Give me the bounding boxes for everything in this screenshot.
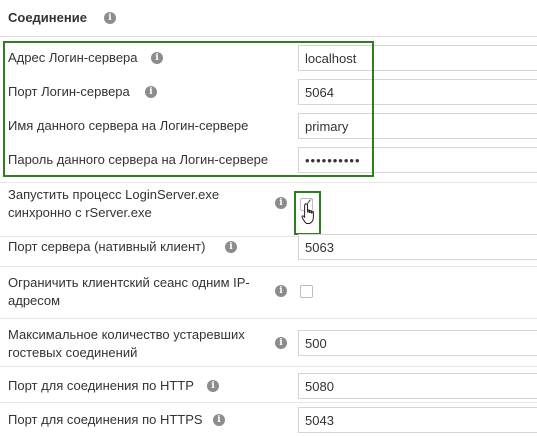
divider <box>0 318 537 319</box>
info-icon[interactable] <box>275 197 287 209</box>
divider <box>0 402 537 403</box>
info-icon[interactable] <box>275 337 287 349</box>
limit-session-ip-checkbox[interactable] <box>300 285 313 298</box>
https-port-label: Порт для соединения по HTTPS <box>8 412 203 427</box>
hand-cursor-icon <box>301 203 314 224</box>
section-header: Соединение <box>0 0 537 37</box>
highlight-frame <box>3 41 374 177</box>
info-icon[interactable] <box>104 12 116 24</box>
sync-loginserver-label-line1: Запустить процесс LoginServer.exe <box>8 187 220 202</box>
server-port-native-input[interactable] <box>298 234 537 260</box>
max-guest-connections-label-line1: Максимальное количество устаревших <box>8 327 245 342</box>
divider <box>0 266 537 267</box>
divider <box>0 366 537 367</box>
info-icon[interactable] <box>213 414 225 426</box>
server-port-native-label: Порт сервера (нативный клиент) <box>8 239 206 254</box>
section-title: Соединение <box>8 10 87 25</box>
info-icon[interactable] <box>207 380 219 392</box>
https-port-input[interactable] <box>298 407 537 433</box>
info-icon[interactable] <box>225 241 237 253</box>
divider <box>0 182 537 183</box>
limit-session-ip-label-line2: адресом <box>8 293 61 308</box>
sync-loginserver-label-line2: синхронно с rServer.exe <box>8 205 152 220</box>
info-icon[interactable] <box>275 285 287 297</box>
http-port-input[interactable] <box>298 373 537 399</box>
limit-session-ip-label-line1: Ограничить клиентский сеанс одним IP- <box>8 275 250 290</box>
max-guest-connections-input[interactable] <box>298 330 537 356</box>
max-guest-connections-label-line2: гостевых соединений <box>8 345 138 360</box>
http-port-label: Порт для соединения по HTTP <box>8 378 194 393</box>
